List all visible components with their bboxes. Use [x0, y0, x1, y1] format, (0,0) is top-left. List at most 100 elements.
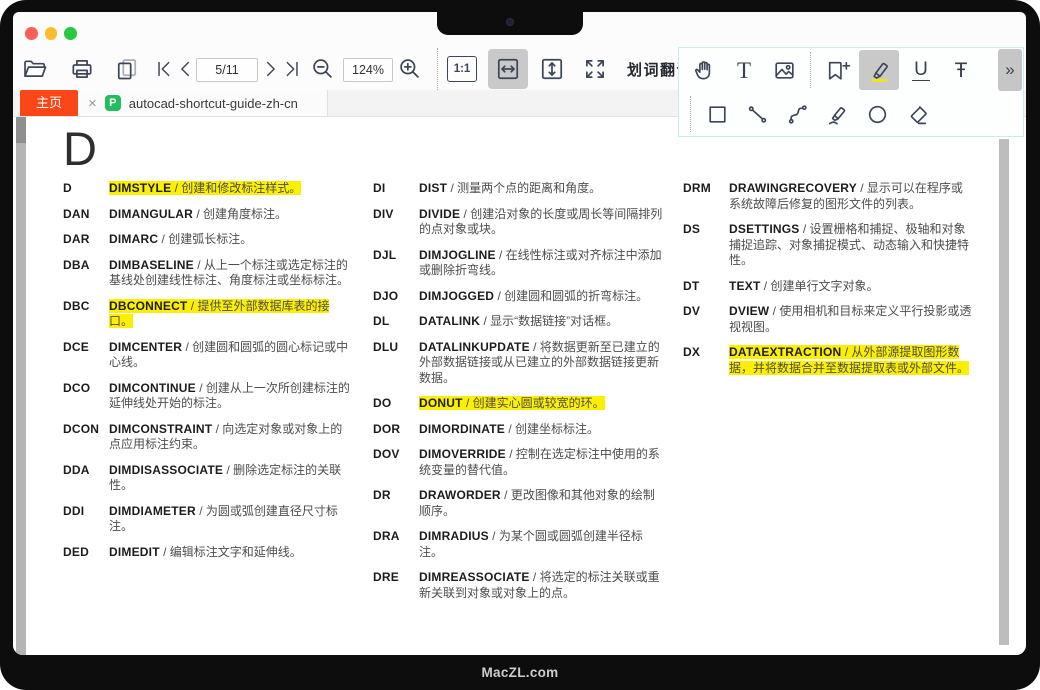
section-letter: D	[63, 125, 97, 172]
curve-tool-button[interactable]	[779, 94, 815, 134]
copy-pages-button[interactable]	[114, 56, 140, 82]
shortcut-description: DIMCONTINUE / 创建从上一次所创建标注的延伸线处开始的标注。	[109, 381, 353, 412]
zoom-out-button[interactable]	[310, 56, 336, 82]
strikethrough-tool-button[interactable]: Ŧ	[943, 50, 979, 90]
shortcut-entry: DDIMSTYLE / 创建和修改标注样式。	[63, 181, 353, 197]
printer-icon	[69, 56, 95, 82]
shortcut-description: DIMREASSOCIATE / 将选定的标注关联或重新关联到对象或对象上的点。	[419, 570, 663, 601]
open-file-button[interactable]	[22, 56, 48, 82]
camera-notch	[437, 10, 583, 35]
last-page-button[interactable]	[280, 56, 302, 82]
shortcut-entry: DODONUT / 创建实心圆或较宽的环。	[373, 396, 663, 412]
shortcut-entry: DJLDIMJOGLINE / 在线性标注或对齐标注中添加或删除折弯线。	[373, 248, 663, 279]
annotation-toolbar-row-2	[679, 92, 1023, 136]
shortcut-entry: DIVDIVIDE / 创建沿对象的长度或周长等间隔排列的点对象或块。	[373, 207, 663, 238]
shortcut-description: DATALINKUPDATE / 将数据更新至已建立的外部数据链接或从已建立的外…	[419, 340, 663, 387]
vertical-scrollbar[interactable]	[999, 139, 1009, 645]
shortcut-description: DIMCONSTRAINT / 向选定对象或对象上的点应用标注约束。	[109, 422, 353, 453]
zoom-window-button[interactable]	[64, 27, 77, 40]
zoom-level-input[interactable]	[343, 58, 393, 82]
underline-icon: U	[912, 60, 930, 81]
bookmark-button[interactable]	[819, 50, 855, 90]
expand-icon	[582, 56, 608, 82]
shortcut-description: DVIEW / 使用相机和目标来定义平行投影或透视视图。	[729, 304, 973, 335]
shortcut-entry: DOVDIMOVERRIDE / 控制在选定标注中使用的系统变量的替代值。	[373, 447, 663, 478]
first-page-button[interactable]	[154, 56, 176, 82]
last-page-icon	[280, 58, 302, 80]
window-controls	[25, 27, 77, 40]
shortcut-entry: DCONDIMCONSTRAINT / 向选定对象或对象上的点应用标注约束。	[63, 422, 353, 453]
pen-tool-button[interactable]	[819, 94, 855, 134]
next-page-button[interactable]	[259, 56, 281, 82]
shortcut-code: DCO	[63, 381, 109, 412]
shortcut-description: DIMRADIUS / 为某个圆或圆弧创建半径标注。	[419, 529, 663, 560]
shortcut-entry: DLDATALINK / 显示“数据链接”对话框。	[373, 314, 663, 330]
shortcut-code: DO	[373, 396, 419, 412]
pages-icon	[114, 56, 140, 82]
rectangle-tool-button[interactable]	[699, 94, 735, 134]
shortcut-description: DIMORDINATE / 创建坐标标注。	[419, 422, 663, 438]
tab-home[interactable]: 主页	[20, 90, 78, 116]
shortcut-entry: DEDDIMEDIT / 编辑标注文字和延伸线。	[63, 545, 353, 561]
highlighter-icon	[867, 58, 892, 83]
shortcut-entry: DRDRAWORDER / 更改图像和其他对象的绘制顺序。	[373, 488, 663, 519]
annotation-separator	[810, 52, 811, 88]
shortcut-code: DAR	[63, 232, 109, 248]
shortcut-code: DIV	[373, 207, 419, 238]
shortcut-description: DRAWORDER / 更改图像和其他对象的绘制顺序。	[419, 488, 663, 519]
shortcut-description: DONUT / 创建实心圆或较宽的环。	[419, 396, 663, 412]
shortcut-code: DBA	[63, 258, 109, 289]
shortcut-code: DED	[63, 545, 109, 561]
shortcut-code: DRA	[373, 529, 419, 560]
highlight-annotation[interactable]: DONUT / 创建实心圆或较宽的环。	[419, 396, 605, 410]
shortcut-code: DV	[683, 304, 729, 335]
shortcut-description: DIMEDIT / 编辑标注文字和延伸线。	[109, 545, 353, 561]
highlight-annotation[interactable]: DBCONNECT / 提供至外部数据库表的接口。	[109, 299, 329, 329]
shortcut-code: DOV	[373, 447, 419, 478]
more-tools-button[interactable]: »	[998, 49, 1022, 91]
highlight-annotation[interactable]: DIMSTYLE / 创建和修改标注样式。	[109, 181, 301, 195]
annotation-separator	[690, 96, 691, 132]
close-tab-icon[interactable]: ×	[88, 96, 97, 111]
shortcut-description: DIMDIAMETER / 为圆或弧创建直径尺寸标注。	[109, 504, 353, 535]
fit-width-button[interactable]	[488, 49, 528, 89]
actual-size-button[interactable]: 1:1	[447, 56, 477, 82]
hand-tool-button[interactable]	[686, 50, 722, 90]
sidebar-scrollbar[interactable]	[16, 117, 26, 655]
highlight-tool-button[interactable]	[859, 50, 899, 90]
shortcut-column: DDIMSTYLE / 创建和修改标注样式。DANDIMANGULAR / 创建…	[63, 181, 353, 611]
close-window-button[interactable]	[25, 27, 38, 40]
shortcut-code: DBC	[63, 299, 109, 330]
shortcut-entry: DXDATAEXTRACTION / 从外部源提取图形数据，并将数据合并至数据提…	[683, 345, 973, 376]
fullscreen-button[interactable]	[581, 55, 609, 83]
fit-height-button[interactable]	[537, 54, 567, 84]
magnifier-minus-icon	[310, 56, 336, 82]
shortcut-column: DRMDRAWINGRECOVERY / 显示可以在程序或系统故障后修复的图形文…	[683, 181, 973, 611]
image-tool-button[interactable]	[766, 50, 802, 90]
previous-page-button[interactable]	[175, 56, 197, 82]
minimize-window-button[interactable]	[45, 27, 58, 40]
page-number-input[interactable]	[196, 58, 258, 82]
annotation-toolbar: T U Ŧ »	[678, 47, 1024, 137]
laptop-frame: 1:1 划词翻译 主页 × P autocad-shortcut-guide-z…	[0, 0, 1040, 690]
eraser-tool-button[interactable]	[899, 94, 935, 134]
shortcut-entry: DJODIMJOGGED / 创建圆和圆弧的折弯标注。	[373, 289, 663, 305]
shortcut-description: TEXT / 创建单行文字对象。	[729, 279, 973, 295]
text-tool-button[interactable]: T	[726, 50, 762, 90]
circle-tool-button[interactable]	[859, 94, 895, 134]
highlight-annotation[interactable]: DATAEXTRACTION / 从外部源提取图形数据，并将数据合并至数据提取表…	[729, 345, 969, 375]
shortcut-entry: DRMDRAWINGRECOVERY / 显示可以在程序或系统故障后修复的图形文…	[683, 181, 973, 212]
shortcut-entry: DBADIMBASELINE / 从上一个标注或选定标注的基线处创建线性标注、角…	[63, 258, 353, 289]
first-page-icon	[154, 58, 176, 80]
camera-dot	[506, 18, 514, 26]
tab-document[interactable]: × P autocad-shortcut-guide-zh-cn	[78, 90, 328, 116]
print-button[interactable]	[69, 56, 95, 82]
underline-tool-button[interactable]: U	[903, 50, 939, 90]
zoom-in-button[interactable]	[397, 56, 423, 82]
line-tool-button[interactable]	[739, 94, 775, 134]
sidebar-scrollbar-thumb[interactable]	[16, 117, 26, 143]
shortcut-column: DIDIST / 测量两个点的距离和角度。DIVDIVIDE / 创建沿对象的长…	[373, 181, 663, 611]
tab-document-title: autocad-shortcut-guide-zh-cn	[129, 96, 298, 111]
shortcut-entry: DTTEXT / 创建单行文字对象。	[683, 279, 973, 295]
rectangle-icon	[705, 102, 730, 127]
